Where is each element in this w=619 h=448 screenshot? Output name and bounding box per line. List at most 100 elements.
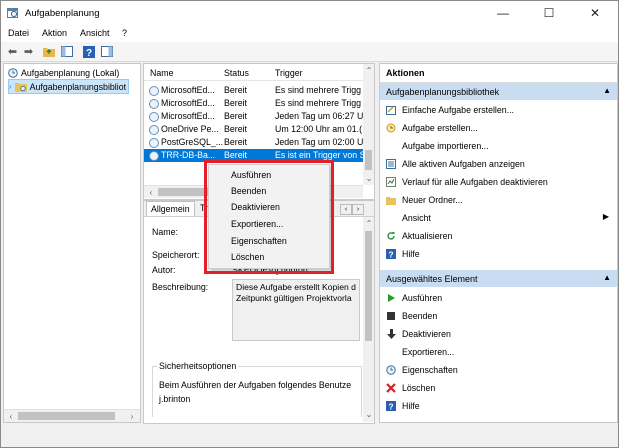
app-window: Aufgabenplanung — ☐ ✕ Datei Aktion Ansic… <box>0 0 619 448</box>
folder-icon <box>14 82 27 92</box>
scroll-down-icon[interactable]: ⌄ <box>364 173 374 183</box>
scroll-up-icon[interactable]: ⌃ <box>364 65 374 75</box>
play-icon <box>386 293 396 303</box>
action-export[interactable]: Exportieren... <box>380 343 617 361</box>
column-name[interactable]: Name <box>150 68 173 78</box>
row-trigger: Jeden Tag um 02:00 U <box>275 137 364 147</box>
show-hide-tree-icon[interactable] <box>60 45 73 58</box>
maximize-button[interactable]: ☐ <box>526 1 572 25</box>
menu-datei[interactable]: Datei <box>8 28 29 38</box>
title-bar: Aufgabenplanung — ☐ ✕ <box>1 1 618 25</box>
action-label: Löschen <box>402 383 436 393</box>
row-status: Bereit <box>224 85 247 95</box>
actions-title: Aktionen <box>380 64 617 83</box>
context-disable[interactable]: Deaktivieren <box>231 202 280 212</box>
action-properties[interactable]: Eigenschaften <box>380 361 617 379</box>
details-vertical-scrollbar[interactable]: ⌃ ⌄ <box>363 217 374 422</box>
task-create-icon <box>386 123 396 133</box>
security-group: Sicherheitsoptionen Beim Ausführen der A… <box>152 361 362 417</box>
action-import-task[interactable]: Aufgabe importieren... <box>380 137 617 155</box>
action-label: Aktualisieren <box>402 231 453 241</box>
action-label: Aufgabe erstellen... <box>402 123 478 133</box>
table-row[interactable]: MicrosoftEd... Bereit Es sind mehrere Trig… <box>144 84 366 97</box>
action-new-folder[interactable]: Neuer Ordner... <box>380 191 617 209</box>
action-create-task[interactable]: Aufgabe erstellen... <box>380 119 617 137</box>
scroll-thumb[interactable] <box>18 412 115 420</box>
minimize-button[interactable]: — <box>480 1 526 25</box>
table-row[interactable]: PostGreSQL_... Bereit Jeden Tag um 02:00 U <box>144 136 366 149</box>
tab-scroll-left-icon[interactable]: ‹ <box>340 204 352 215</box>
tree-item-root[interactable]: Aufgabenplanung (Lokal) <box>8 66 119 79</box>
action-disable-history[interactable]: Verlauf für alle Aufgaben deaktivieren <box>380 173 617 191</box>
action-view-submenu[interactable]: Ansicht ▶ <box>380 209 617 227</box>
collapse-icon[interactable]: ▲ <box>603 273 611 282</box>
tree-item-library[interactable]: › Aufgabenplanungsbibliot <box>8 79 130 94</box>
row-status: Bereit <box>224 98 247 108</box>
row-name: MicrosoftEd... <box>161 111 215 121</box>
section-selected-label: Ausgewähltes Element <box>386 274 478 284</box>
context-export[interactable]: Exportieren... <box>231 219 283 229</box>
svg-text:?: ? <box>388 402 393 412</box>
back-icon[interactable]: ⬅ <box>6 45 19 58</box>
action-create-basic-task[interactable]: Einfache Aufgabe erstellen... <box>380 101 617 119</box>
tree-horizontal-scrollbar[interactable]: ‹ › <box>4 409 140 422</box>
scroll-thumb[interactable] <box>365 150 372 170</box>
description-field[interactable]: Diese Aufgabe erstellt Kopien d Zeitpunk… <box>232 279 360 341</box>
action-label: Ausführen <box>402 293 443 303</box>
scroll-down-icon[interactable]: ⌄ <box>364 409 374 419</box>
table-row[interactable]: MicrosoftEd... Bereit Es sind mehrere Trig… <box>144 97 366 110</box>
close-button[interactable]: ✕ <box>572 1 618 25</box>
description-line-1: Diese Aufgabe erstellt Kopien d <box>236 282 356 292</box>
tab-scroll-right-icon[interactable]: › <box>352 204 364 215</box>
context-properties[interactable]: Eigenschaften <box>231 236 287 246</box>
scroll-left-icon[interactable]: ‹ <box>146 187 156 197</box>
scroll-up-icon[interactable]: ⌃ <box>364 218 374 228</box>
table-row-selected[interactable]: TRR-DB-Ba... Bereit Es ist ein Trigger von… <box>144 149 366 162</box>
context-end[interactable]: Beenden <box>231 186 266 196</box>
actions-pane: Aktionen Aufgabenplanungsbibliothek ▲ Ein… <box>379 63 618 423</box>
task-scheduler-app-icon <box>7 8 18 18</box>
action-help-selected[interactable]: ? Hilfe <box>380 397 617 415</box>
task-list-vertical-scrollbar[interactable]: ⌃ ⌄ <box>363 64 374 185</box>
action-end[interactable]: Beenden <box>380 307 617 325</box>
refresh-icon <box>386 231 396 241</box>
action-disable[interactable]: Deaktivieren <box>380 325 617 343</box>
section-selected-item[interactable]: Ausgewähltes Element ▲ <box>380 270 617 287</box>
table-row[interactable]: OneDrive Pe... Bereit Um 12:00 Uhr am 01.( <box>144 123 366 136</box>
action-label: Einfache Aufgabe erstellen... <box>402 105 514 115</box>
wizard-icon <box>386 105 396 115</box>
menu-ansicht[interactable]: Ansicht <box>80 28 110 38</box>
folder-up-icon[interactable] <box>42 45 55 58</box>
column-trigger[interactable]: Trigger <box>275 68 303 78</box>
scroll-right-icon[interactable]: › <box>127 411 137 421</box>
menu-help[interactable]: ? <box>122 28 127 38</box>
section-library[interactable]: Aufgabenplanungsbibliothek ▲ <box>380 83 617 100</box>
column-status[interactable]: Status <box>224 68 249 78</box>
down-arrow-icon <box>386 329 396 339</box>
scroll-left-icon[interactable]: ‹ <box>6 411 16 421</box>
forward-icon[interactable]: ➡ <box>22 45 35 58</box>
name-label: Name: <box>152 227 178 237</box>
action-refresh[interactable]: Aktualisieren <box>380 227 617 245</box>
show-hide-actions-icon[interactable] <box>100 45 113 58</box>
action-show-running[interactable]: Alle aktiven Aufgaben anzeigen <box>380 155 617 173</box>
action-label: Aufgabe importieren... <box>402 141 489 151</box>
row-name: MicrosoftEd... <box>161 85 215 95</box>
navigation-tree: Aufgabenplanung (Lokal) › Aufgabenplanun… <box>3 63 141 423</box>
menu-aktion[interactable]: Aktion <box>42 28 67 38</box>
scroll-thumb[interactable] <box>158 188 208 196</box>
context-delete[interactable]: Löschen <box>231 252 264 262</box>
expand-chevron-icon[interactable]: › <box>9 82 12 91</box>
tab-allgemein[interactable]: Allgemein <box>146 201 195 216</box>
action-help[interactable]: ? Hilfe <box>380 245 617 263</box>
tree-root-label: Aufgabenplanung (Lokal) <box>21 67 120 78</box>
context-run[interactable]: Ausführen <box>231 170 271 180</box>
row-name: PostGreSQL_... <box>161 137 224 147</box>
scroll-thumb[interactable] <box>365 231 372 341</box>
action-delete[interactable]: Löschen <box>380 379 617 397</box>
help-toolbar-icon[interactable]: ? <box>82 45 95 58</box>
table-row[interactable]: MicrosoftEd... Bereit Jeden Tag um 06:27 U <box>144 110 366 123</box>
svg-text:?: ? <box>85 48 91 58</box>
action-run[interactable]: Ausführen <box>380 289 617 307</box>
collapse-icon[interactable]: ▲ <box>603 86 611 95</box>
